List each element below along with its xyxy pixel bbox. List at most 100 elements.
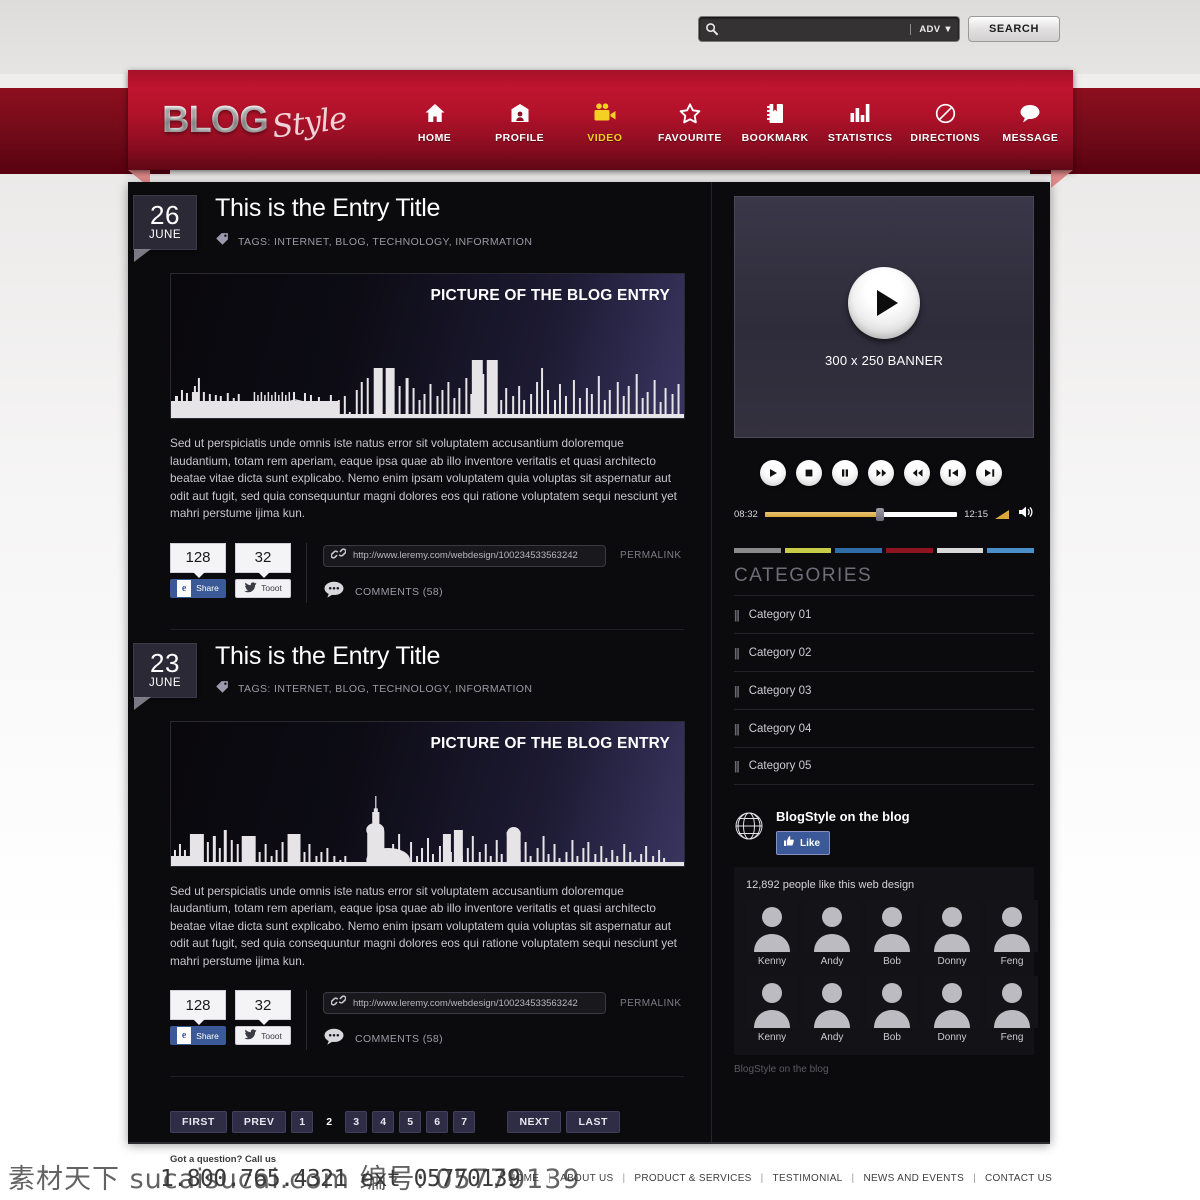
page-number-2[interactable]: 2 [318, 1111, 340, 1133]
face-item[interactable]: Donny [926, 976, 978, 1043]
entry-picture[interactable]: PICTURE OF THE BLOG ENTRY [170, 273, 685, 419]
page-prev-button[interactable]: PREV [231, 1111, 287, 1133]
skip-back-button[interactable] [940, 460, 966, 486]
page-number-6[interactable]: 6 [426, 1111, 449, 1133]
nav-item-message[interactable]: MESSAGE [988, 96, 1073, 144]
footer-link-testimonial[interactable]: TESTIMONIAL [773, 1173, 843, 1184]
permalink-box[interactable]: http://www.leremy.com/webdesign/10023453… [323, 992, 606, 1014]
toot-counter: 32 Tooot [235, 542, 291, 598]
face-item[interactable]: Bob [866, 900, 918, 967]
speaker-icon[interactable] [1018, 505, 1034, 524]
fast-forward-button[interactable] [868, 460, 894, 486]
footer-link-home[interactable]: HOME [508, 1173, 539, 1184]
nav-item-video[interactable]: VIDEO [562, 96, 647, 144]
like-button[interactable]: Like [776, 831, 831, 855]
pause-bars-icon: || [734, 759, 740, 773]
nav-item-favourite[interactable]: FAVOURITE [647, 96, 732, 144]
progress-bar[interactable] [764, 508, 958, 521]
search-icon [705, 22, 719, 36]
share-button[interactable]: e Share [170, 578, 226, 598]
date-badge-tail [134, 249, 151, 262]
footer-link-about-us[interactable]: ABOUT US [560, 1173, 613, 1184]
video-banner[interactable]: 300 x 250 BANNER [734, 196, 1034, 438]
comments-row[interactable]: COMMENTS (58) [323, 581, 684, 603]
category-item[interactable]: || Category 01 [734, 595, 1034, 633]
page-number-7[interactable]: 7 [453, 1111, 476, 1133]
category-item[interactable]: || Category 03 [734, 671, 1034, 709]
share-counter: 128 e Share [170, 990, 226, 1045]
comments-row[interactable]: COMMENTS (58) [323, 1028, 684, 1050]
face-item[interactable]: Donny [926, 900, 978, 967]
permalink-label[interactable]: PERMALINK [620, 998, 681, 1009]
chain-link-icon [330, 547, 347, 565]
rewind-button[interactable] [904, 460, 930, 486]
face-item[interactable]: Andy [806, 976, 858, 1043]
pause-bars-icon: || [734, 607, 740, 622]
category-item[interactable]: || Category 02 [734, 633, 1034, 671]
footer-link-news-and-events[interactable]: NEWS AND EVENTS [863, 1173, 964, 1184]
entry-title[interactable]: This is the Entry Title [215, 194, 532, 223]
avatar [986, 976, 1038, 1028]
toot-button[interactable]: Tooot [235, 578, 291, 598]
face-name: Bob [883, 956, 901, 967]
share-count: 128 [170, 990, 226, 1025]
page-number-3[interactable]: 3 [345, 1111, 368, 1133]
permalink-box[interactable]: http://www.leremy.com/webdesign/10023453… [323, 544, 606, 567]
page-first-button[interactable]: FIRST [170, 1111, 227, 1133]
skip-forward-button[interactable] [976, 460, 1002, 486]
share-button[interactable]: e Share [170, 1026, 226, 1045]
pause-button[interactable] [832, 460, 858, 486]
footer-link-product-services[interactable]: PRODUCT & SERVICES [634, 1173, 751, 1184]
entry-date-badge: 26 JUNE [133, 195, 197, 262]
face-item[interactable]: Feng [986, 976, 1038, 1043]
page-number-1[interactable]: 1 [291, 1111, 314, 1133]
advanced-search-toggle[interactable]: ADV ▼ [910, 23, 953, 35]
nav-item-statistics[interactable]: STATISTICS [818, 96, 903, 144]
speech-bubble-icon [988, 100, 1073, 126]
categories-list: || Category 01 || Category 02 || Categor… [734, 595, 1034, 785]
face-item[interactable]: Kenny [746, 900, 798, 967]
face-item[interactable]: Feng [986, 900, 1038, 967]
play-button-large[interactable] [848, 266, 920, 339]
logo-text-style: Style [269, 100, 349, 146]
page-last-button[interactable]: LAST [566, 1111, 620, 1133]
volume-slider[interactable] [995, 510, 1009, 519]
nav-item-directions[interactable]: DIRECTIONS [903, 96, 988, 144]
face-item[interactable]: Kenny [746, 976, 798, 1043]
share-counter: 128 e Share [170, 542, 226, 598]
toot-button[interactable]: Tooot [235, 1026, 291, 1045]
entry-body: PICTURE OF THE BLOG ENTRY Sed ut perspic… [128, 720, 710, 1050]
page-next-button[interactable]: NEXT [507, 1111, 562, 1133]
search-button[interactable]: SEARCH [968, 16, 1060, 42]
entry-picture-label: PICTURE OF THE BLOG ENTRY [430, 734, 670, 752]
footer-link-contact-us[interactable]: CONTACT US [985, 1173, 1052, 1184]
face-name: Feng [1000, 1032, 1024, 1043]
face-item[interactable]: Bob [866, 976, 918, 1043]
search-box[interactable]: ADV ▼ [698, 16, 960, 42]
play-button[interactable] [760, 460, 786, 486]
nav-label: PROFILE [495, 132, 545, 144]
entry-title[interactable]: This is the Entry Title [215, 642, 532, 671]
category-item[interactable]: || Category 04 [734, 709, 1034, 747]
entry-picture[interactable]: PICTURE OF THE BLOG ENTRY [170, 720, 685, 867]
entry-separator [170, 1076, 684, 1077]
comment-bubble-icon [323, 581, 345, 603]
entry-date-day: 26 [150, 200, 180, 230]
nav-item-profile[interactable]: PROFILE [477, 96, 562, 144]
progress-knob[interactable] [876, 508, 885, 521]
page-number-4[interactable]: 4 [372, 1111, 395, 1133]
search-input[interactable] [724, 23, 911, 35]
site-logo[interactable]: BLOG Style [162, 99, 392, 146]
entry-tags-text: TAGS: INTERNET, BLOG, TECHNOLOGY, INFORM… [238, 235, 533, 248]
stop-button[interactable] [796, 460, 822, 486]
color-segment-6 [987, 548, 1035, 553]
face-item[interactable]: Andy [806, 900, 858, 967]
stop-icon [803, 467, 815, 479]
category-item[interactable]: || Category 05 [734, 747, 1034, 785]
permalink-label[interactable]: PERMALINK [620, 550, 681, 561]
video-camera-icon [562, 100, 647, 126]
nav-item-home[interactable]: HOME [392, 96, 477, 144]
page-number-5[interactable]: 5 [399, 1111, 422, 1133]
nav-item-bookmark[interactable]: BOOKMARK [733, 96, 818, 144]
toot-button-label: Tooot [261, 1030, 282, 1041]
